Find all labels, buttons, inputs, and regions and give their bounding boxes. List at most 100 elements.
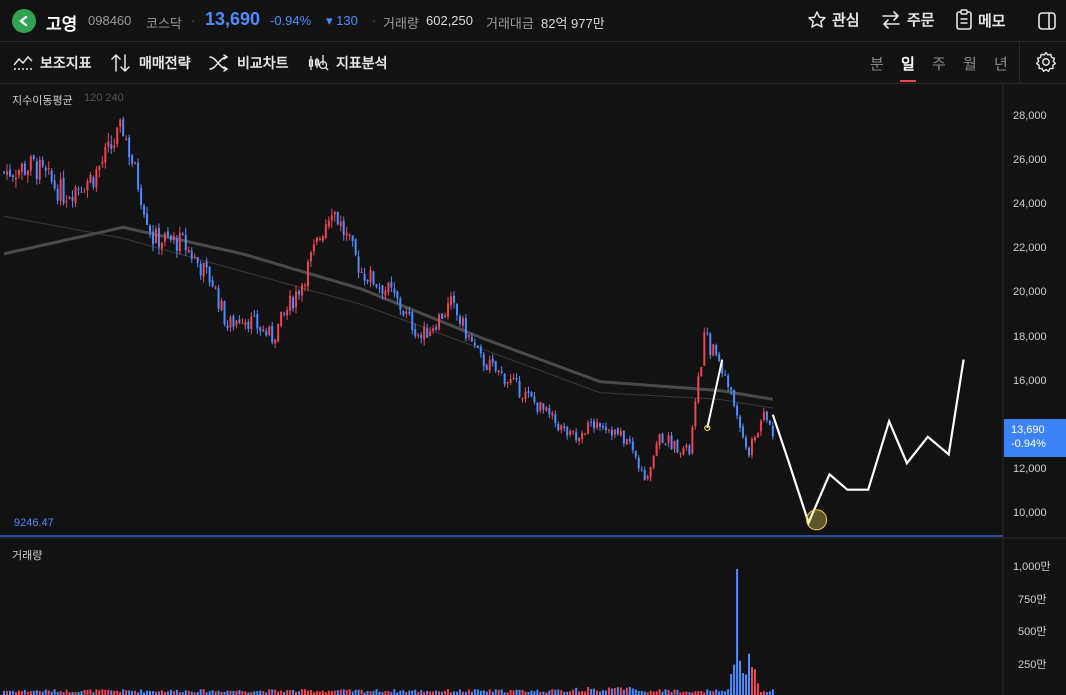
candle-body [268,326,271,335]
compare-icon [209,54,229,72]
volume-bar [715,689,718,695]
volume-bar [452,691,455,695]
volume-bar [739,660,742,695]
candle-body [625,439,628,445]
candle-body [44,167,47,171]
volume-bar [32,690,35,695]
candle-body [753,437,756,441]
candle-body [718,354,721,362]
candle-body [107,141,110,147]
ma-values: 120 240 [84,92,124,104]
volume-bar [336,690,339,695]
current-price-tag: 13,690 -0.94% [1004,419,1066,457]
candle-body [679,453,682,455]
volume-bar [217,690,220,695]
panel-icon [1038,12,1056,30]
volume-tick-label: 1,000만 [1013,561,1051,573]
candle-body [342,220,345,236]
volume-bar [351,691,354,695]
volume-bar [244,691,247,695]
volume-bar [578,691,581,695]
change-amount-value: 130 [336,13,358,28]
memo-button[interactable]: 메모 [955,9,1006,31]
candle-body [664,443,667,445]
candle-body [658,433,661,446]
candle-body [703,332,706,366]
volume-bar [229,690,232,695]
period-month[interactable]: 월 [963,53,977,74]
period-day[interactable]: 일 [901,53,915,74]
volume-bar [438,691,441,695]
candle-body [298,291,301,295]
candle-body [402,311,405,316]
candle-body [584,433,587,435]
volume-bar [134,690,137,695]
ma-title: 지수이동평균 [12,95,73,107]
candle-body [634,451,637,457]
candle-body [119,119,122,127]
volume-bar [750,666,753,695]
settings-button[interactable] [1035,51,1057,73]
stock-name: 고영 [46,15,78,34]
volume-bar [131,691,134,695]
candle-body [727,375,730,388]
candle-body [697,376,700,402]
order-button[interactable]: 주문 [880,9,935,30]
volume-bar [584,691,587,695]
strategy-button[interactable]: 매매전략 [110,53,191,73]
volume-bar [730,674,733,695]
candle-body [17,170,20,176]
volume-bar [116,690,119,695]
watch-button[interactable]: 관심 [807,9,860,30]
sidebar-toggle-button[interactable] [1037,11,1057,36]
volume-bar [470,691,473,695]
volume-bar [202,689,205,695]
volume-bar [718,691,721,695]
candle-body [762,411,765,421]
candle-body [545,407,548,411]
candle-body [128,137,131,158]
volume-bar [667,690,670,695]
price-tag-change: -0.94% [1011,438,1046,450]
candle-body [178,232,181,252]
target-circle [806,509,828,531]
period-week[interactable]: 주 [932,53,946,74]
candle-body [423,326,426,340]
volume-bar [658,689,661,695]
candle-body [110,143,113,150]
candle-body [217,288,220,309]
candle-body [339,221,342,226]
volume-bar [318,691,321,695]
candle-body [429,331,432,336]
volume-bar [712,691,715,695]
candle-body [652,456,655,468]
gear-icon [1036,51,1056,72]
candle-body [229,317,232,328]
candle-body [86,181,89,191]
candle-body [315,237,318,242]
volume-bar [301,689,303,695]
candle-body [226,325,229,329]
candle-body [408,311,411,314]
top-bar: 고영 098460 코스닥 · 13,690 -0.94% ▾ 130 · 거래… [0,0,1066,42]
candle-body [631,441,634,451]
candle-body [607,429,610,431]
candle-body [742,426,745,437]
candle-body [95,169,98,188]
volume-bar [581,691,584,695]
volume-bar [107,689,110,695]
candle-body [378,287,381,289]
volume-bar [113,690,116,695]
price-chart[interactable] [0,84,1066,695]
period-minute[interactable]: 분 [870,53,884,74]
volume-bar [315,690,318,695]
volume-bar [402,690,405,695]
candle-body [29,156,32,171]
indicator-button[interactable]: 보조지표 [13,53,92,73]
analysis-button[interactable]: 지표분석 [307,53,388,73]
candle-body [739,416,742,428]
compare-button[interactable]: 비교차트 [208,53,289,73]
period-year[interactable]: 년 [994,53,1008,74]
volume-bar [89,689,92,695]
candle-body [357,256,360,273]
